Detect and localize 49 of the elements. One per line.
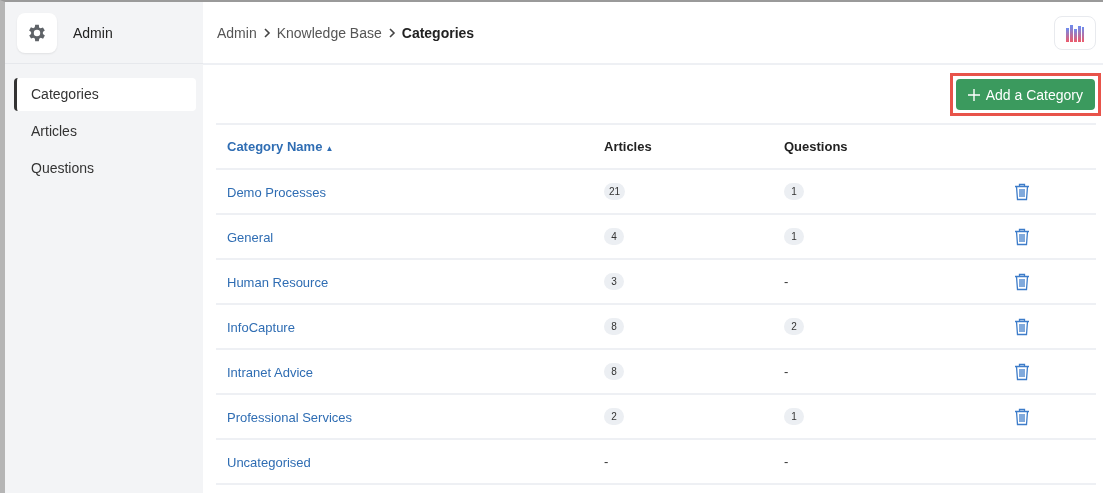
count-badge: 8 <box>604 318 624 335</box>
delete-button[interactable] <box>1014 407 1030 426</box>
plus-icon <box>967 88 980 101</box>
books-icon <box>1065 23 1085 42</box>
chevron-icon <box>262 27 271 38</box>
count-badge: 21 <box>604 183 626 200</box>
count-badge: 1 <box>784 183 804 200</box>
category-link[interactable]: Uncategorised <box>227 454 311 470</box>
trash-icon <box>1014 317 1030 336</box>
category-link[interactable]: Intranet Advice <box>227 364 313 380</box>
delete-button[interactable] <box>1014 227 1030 246</box>
table-cell: - <box>784 454 789 469</box>
add-category-button[interactable]: Add a Category <box>955 79 1095 110</box>
count-badge: 8 <box>604 363 624 380</box>
category-link[interactable]: Human Resource <box>227 274 329 290</box>
table-cell: - <box>784 364 789 379</box>
breadcrumb-link[interactable]: Admin <box>217 24 257 41</box>
trash-icon <box>1014 407 1030 426</box>
category-link[interactable]: Professional Services <box>227 409 352 425</box>
sidebar-title: Admin <box>73 24 113 41</box>
trash-icon <box>1014 227 1030 246</box>
chevron-icon <box>387 27 396 38</box>
delete-button[interactable] <box>1014 272 1030 291</box>
delete-button[interactable] <box>1014 362 1030 381</box>
count-badge: 2 <box>604 408 624 425</box>
table-cell: - <box>784 274 789 289</box>
trash-icon <box>1014 272 1030 291</box>
count-badge: 1 <box>784 228 804 245</box>
trash-icon <box>1014 182 1030 201</box>
trash-icon <box>1014 362 1030 381</box>
sidebar-item[interactable]: Questions <box>14 152 196 185</box>
breadcrumb-current: Categories <box>401 24 475 41</box>
category-link[interactable]: General <box>227 229 274 245</box>
category-link[interactable]: Demo Processes <box>227 184 326 200</box>
column-header: Articles <box>604 139 653 154</box>
category-link[interactable]: InfoCapture <box>227 319 295 335</box>
sidebar-item[interactable]: Articles <box>14 115 196 148</box>
sidebar-item[interactable]: Categories <box>14 78 196 111</box>
breadcrumb-link[interactable]: Knowledge Base <box>276 24 382 41</box>
delete-button[interactable] <box>1014 182 1030 201</box>
count-badge: 2 <box>784 318 804 335</box>
table-cell: - <box>604 454 609 469</box>
delete-button[interactable] <box>1014 317 1030 336</box>
app-button[interactable] <box>1054 15 1096 50</box>
count-badge: 3 <box>604 273 624 290</box>
column-header[interactable]: Category Name ▲ <box>227 139 604 154</box>
column-header: Questions <box>784 139 849 154</box>
count-badge: 4 <box>604 228 624 245</box>
count-badge: 1 <box>784 408 804 425</box>
